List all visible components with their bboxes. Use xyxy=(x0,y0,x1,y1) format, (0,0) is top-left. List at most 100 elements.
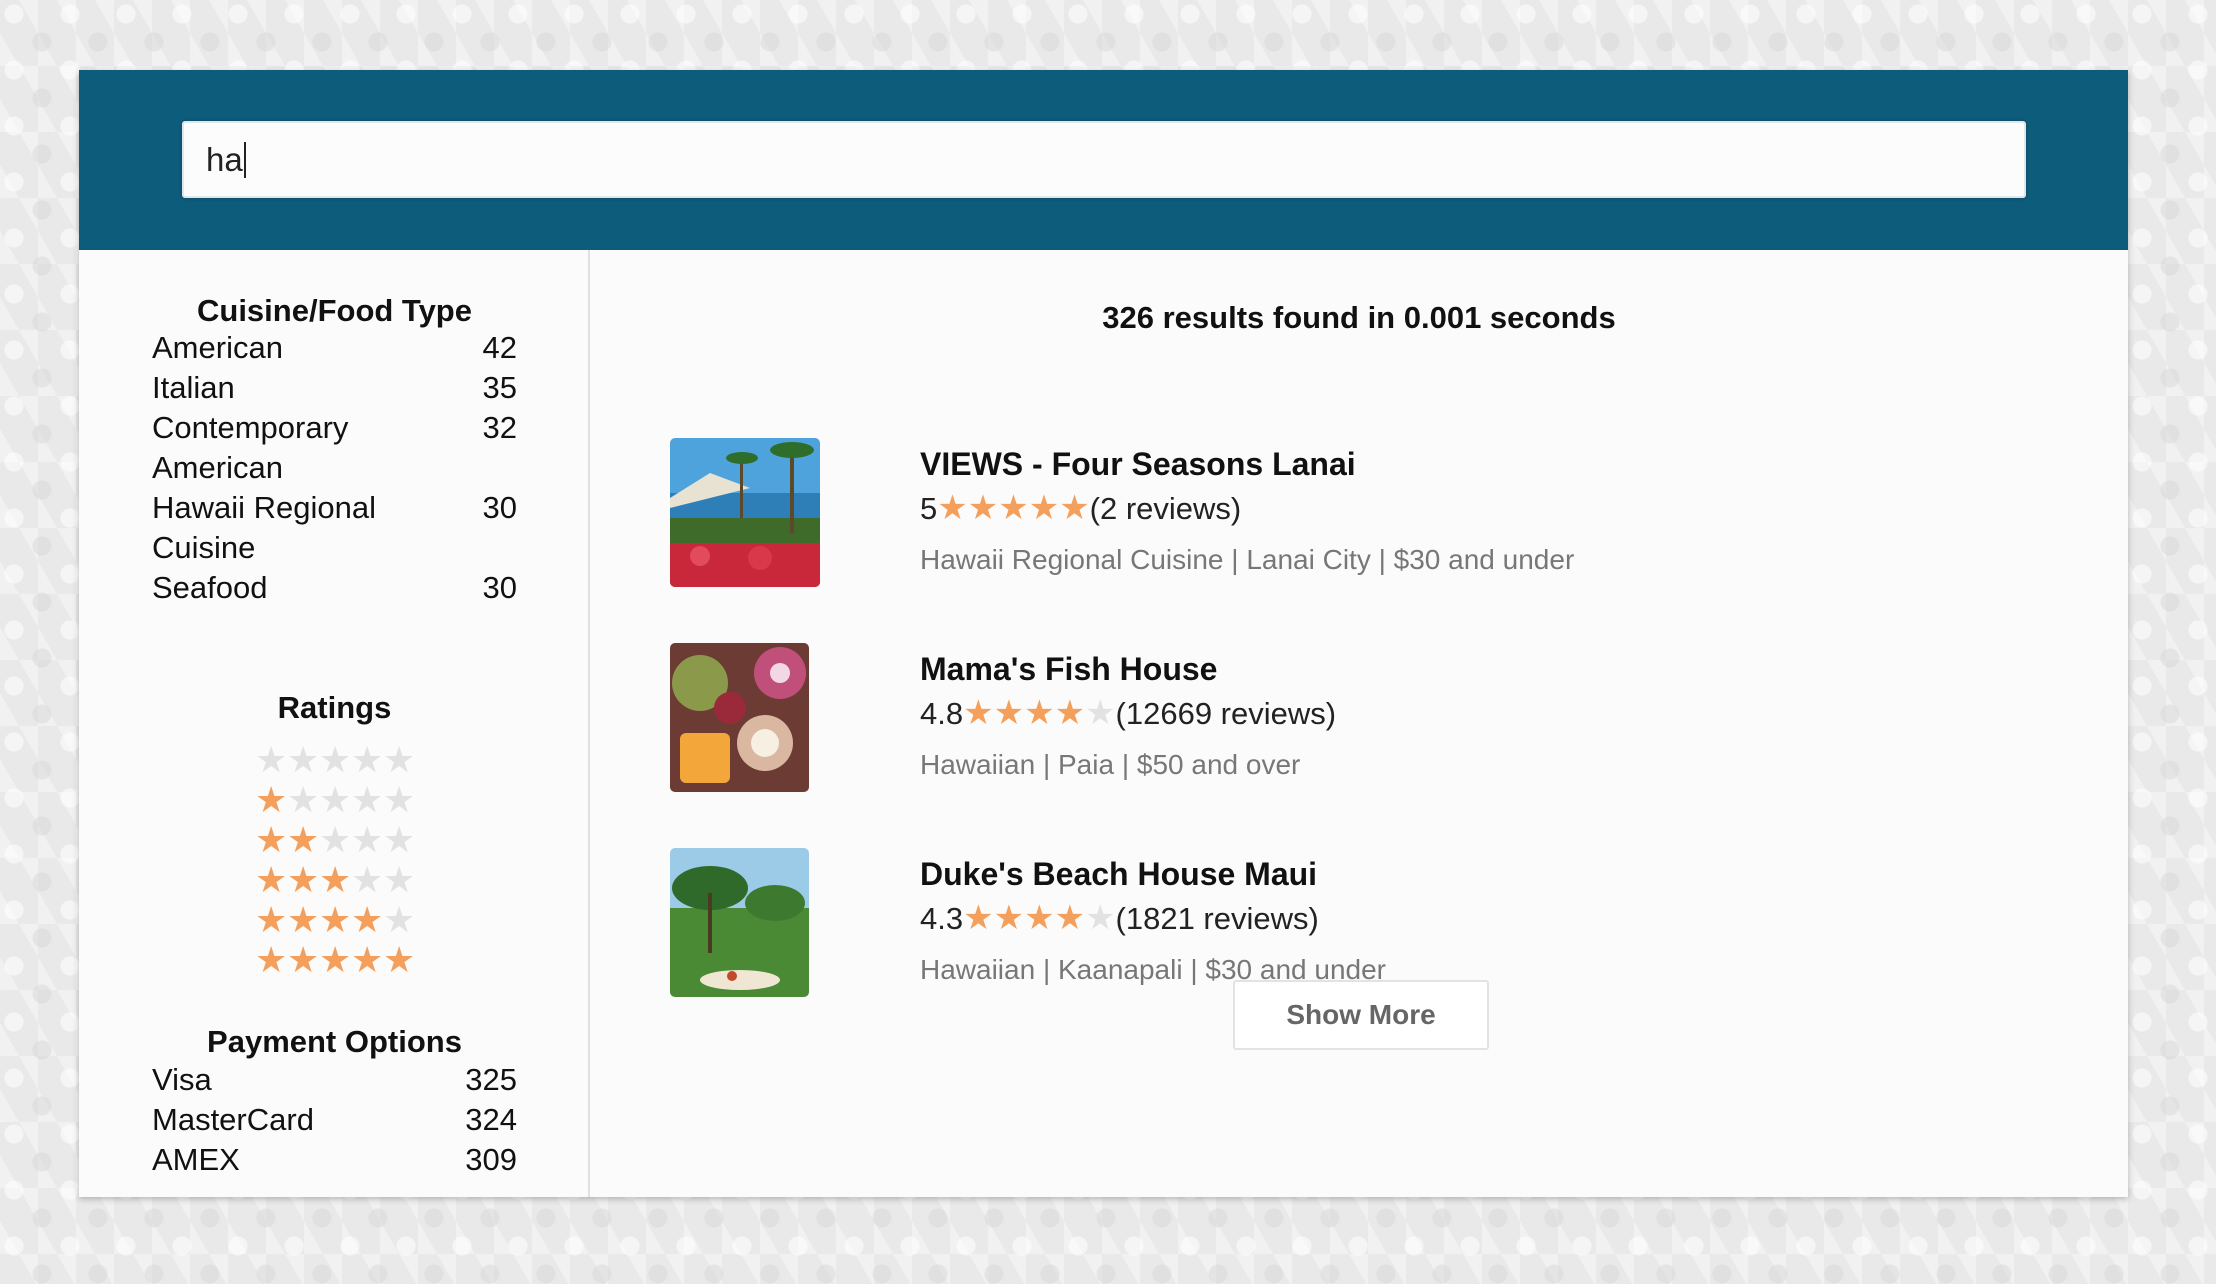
star-filled-icon: ★ xyxy=(1028,489,1060,527)
results-summary: 326 results found in 0.001 seconds xyxy=(1102,300,1616,335)
restaurant-rating: 4.3 ★★★★★ (1821 reviews) xyxy=(920,900,1319,937)
rating-value: 4.8 xyxy=(920,695,964,731)
restaurant-meta: Hawaii Regional Cuisine | Lanai City | $… xyxy=(920,544,1575,575)
star-empty-icon: ★ xyxy=(287,779,320,820)
facet-item-label: Visa xyxy=(152,1062,212,1097)
star-empty-icon: ★ xyxy=(351,779,384,820)
facet-item-italian[interactable]: Italian 35 xyxy=(152,368,517,408)
restaurant-name[interactable]: Mama's Fish House xyxy=(920,651,1217,688)
rating-filter-list: ★ ★ ★ ★ ★ ★ ★ ★ ★ ★ ★ ★ ★ ★ ★ ★ ★ ★ ★ ★ ★ ★ ★ ★ ★ ★ ★ ★ ★ ★ xyxy=(255,740,415,980)
star-empty-icon: ★ xyxy=(383,859,416,900)
cuisine-facet-title: Cuisine/Food Type xyxy=(197,293,472,328)
rating-stars: ★★★★★ xyxy=(963,695,1115,732)
search-input-value: ha xyxy=(206,140,243,178)
star-empty-icon: ★ xyxy=(319,739,352,780)
filters-sidebar: Cuisine/Food Type American 42 Italian 35… xyxy=(79,250,590,1197)
restaurant-meta: Hawaiian | Paia | $50 and over xyxy=(920,749,1301,780)
restaurant-photo[interactable] xyxy=(670,643,809,792)
star-empty-icon: ★ xyxy=(351,859,384,900)
review-count: (1821 reviews) xyxy=(1115,900,1319,936)
results-panel: 326 results found in 0.001 seconds VIEWS… xyxy=(590,250,2128,1197)
result-item[interactable]: VIEWS - Four Seasons Lanai 5 ★★★★★ (2 re… xyxy=(670,438,2070,598)
star-filled-icon: ★ xyxy=(255,779,288,820)
facet-item-amex[interactable]: AMEX 309 xyxy=(152,1140,517,1180)
star-empty-icon: ★ xyxy=(351,819,384,860)
rating-filter-2-stars[interactable]: ★ ★ ★ ★ ★ xyxy=(255,820,415,860)
facet-item-american[interactable]: American 42 xyxy=(152,328,517,368)
star-empty-icon: ★ xyxy=(287,739,320,780)
star-empty-icon: ★ xyxy=(319,779,352,820)
star-filled-icon: ★ xyxy=(963,899,994,937)
star-filled-icon: ★ xyxy=(319,939,352,980)
show-more-button[interactable]: Show More xyxy=(1233,980,1489,1050)
facet-item-count: 325 xyxy=(465,1062,517,1097)
text-caret xyxy=(243,141,246,178)
facet-item-label: AMEX xyxy=(152,1142,240,1177)
search-app: ha Cuisine/Food Type American 42 Italian… xyxy=(79,70,2128,1197)
star-empty-icon: ★ xyxy=(1085,694,1116,732)
facet-item-hawaii-regional-cuisine[interactable]: Hawaii Regional Cuisine 30 xyxy=(152,488,517,568)
rating-stars: ★★★★★ xyxy=(937,490,1089,527)
star-empty-icon: ★ xyxy=(383,779,416,820)
restaurant-name[interactable]: VIEWS - Four Seasons Lanai xyxy=(920,446,1356,483)
facet-item-label: Italian xyxy=(152,370,235,405)
facet-item-label: Contemporary American xyxy=(152,410,349,485)
star-filled-icon: ★ xyxy=(937,489,968,527)
facet-item-count: 30 xyxy=(482,570,517,605)
restaurant-rating: 5 ★★★★★ (2 reviews) xyxy=(920,490,1241,527)
facet-item-mastercard[interactable]: MasterCard 324 xyxy=(152,1100,517,1140)
star-filled-icon: ★ xyxy=(993,899,1025,937)
star-filled-icon: ★ xyxy=(287,859,320,900)
star-filled-icon: ★ xyxy=(1054,694,1086,732)
restaurant-name[interactable]: Duke's Beach House Maui xyxy=(920,856,1317,893)
cuisine-facet-list: American 42 Italian 35 Contemporary Amer… xyxy=(152,328,517,608)
star-empty-icon: ★ xyxy=(1085,899,1116,937)
facet-item-count: 309 xyxy=(465,1142,517,1177)
rating-filter-1-stars[interactable]: ★ ★ ★ ★ ★ xyxy=(255,780,415,820)
star-filled-icon: ★ xyxy=(255,819,288,860)
star-empty-icon: ★ xyxy=(255,739,288,780)
rating-value: 4.3 xyxy=(920,900,964,936)
facet-item-label: MasterCard xyxy=(152,1102,314,1137)
facet-item-label: Hawaii Regional Cuisine xyxy=(152,490,377,565)
star-filled-icon: ★ xyxy=(351,899,384,940)
restaurant-photo[interactable] xyxy=(670,848,809,997)
star-filled-icon: ★ xyxy=(287,819,320,860)
star-filled-icon: ★ xyxy=(287,899,320,940)
star-filled-icon: ★ xyxy=(255,899,288,940)
star-filled-icon: ★ xyxy=(1024,899,1055,937)
facet-item-visa[interactable]: Visa 325 xyxy=(152,1060,517,1100)
star-filled-icon: ★ xyxy=(255,859,288,900)
facet-item-contemporary-american[interactable]: Contemporary American 32 xyxy=(152,408,517,488)
star-filled-icon: ★ xyxy=(255,939,288,980)
star-filled-icon: ★ xyxy=(998,489,1029,527)
result-item[interactable]: Mama's Fish House 4.8 ★★★★★ (12669 revie… xyxy=(670,643,2070,803)
rating-filter-5-stars[interactable]: ★ ★ ★ ★ ★ xyxy=(255,940,415,980)
facet-item-count: 32 xyxy=(482,410,517,445)
star-empty-icon: ★ xyxy=(383,899,416,940)
payment-facet-title: Payment Options xyxy=(207,1024,462,1059)
restaurant-photo[interactable] xyxy=(670,438,820,587)
star-empty-icon: ★ xyxy=(319,819,352,860)
rating-filter-3-stars[interactable]: ★ ★ ★ ★ ★ xyxy=(255,860,415,900)
ratings-facet-title: Ratings xyxy=(277,690,392,725)
star-filled-icon: ★ xyxy=(287,939,320,980)
rating-value: 5 xyxy=(920,490,938,526)
rating-filter-0-stars[interactable]: ★ ★ ★ ★ ★ xyxy=(255,740,415,780)
payment-facet-list: Visa 325 MasterCard 324 AMEX 309 xyxy=(152,1060,517,1180)
facet-item-count: 324 xyxy=(465,1102,517,1137)
star-empty-icon: ★ xyxy=(383,819,416,860)
facet-item-seafood[interactable]: Seafood 30 xyxy=(152,568,517,608)
star-filled-icon: ★ xyxy=(967,489,999,527)
rating-filter-4-stars[interactable]: ★ ★ ★ ★ ★ xyxy=(255,900,415,940)
rating-stars: ★★★★★ xyxy=(963,900,1115,937)
facet-item-label: Seafood xyxy=(152,570,268,605)
facet-item-count: 42 xyxy=(482,330,517,365)
facet-item-count: 30 xyxy=(482,490,517,525)
restaurant-rating: 4.8 ★★★★★ (12669 reviews) xyxy=(920,695,1336,732)
review-count: (2 reviews) xyxy=(1089,490,1242,526)
search-input[interactable]: ha xyxy=(182,121,2026,198)
facet-item-count: 35 xyxy=(482,370,517,405)
star-filled-icon: ★ xyxy=(993,694,1025,732)
star-filled-icon: ★ xyxy=(1059,489,1090,527)
